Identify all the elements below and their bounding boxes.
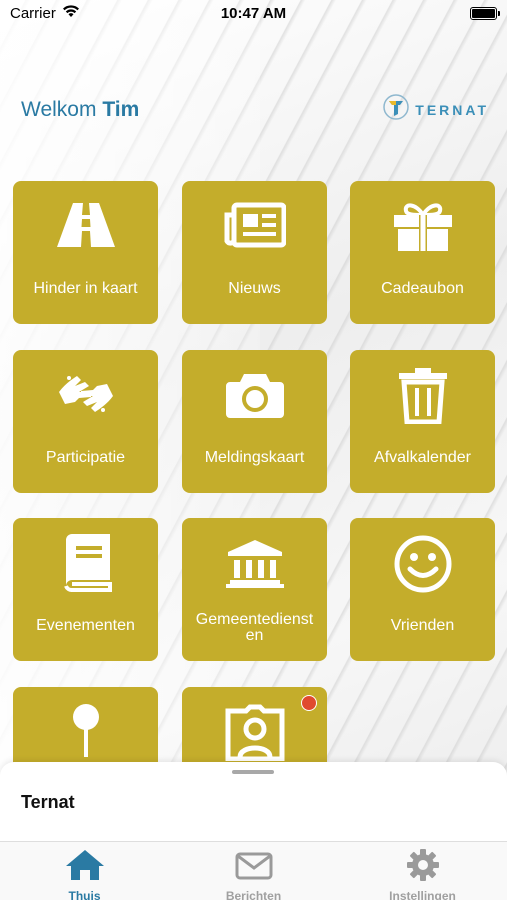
gift-icon [350, 201, 495, 253]
sheet-title: Ternat [21, 792, 75, 812]
gear-icon [402, 848, 444, 887]
clock: 10:47 AM [220, 5, 287, 22]
tile-evenementen[interactable]: Evenementen [13, 518, 158, 661]
status-bar: Carrier 10:47 AM [0, 0, 507, 28]
tile-meldingskaart[interactable]: Meldingskaart [182, 350, 327, 493]
tile-label: Participatie [45, 449, 126, 466]
trash-icon [350, 366, 495, 424]
tile-label: Hinder in kaart [33, 280, 138, 297]
battery-icon [470, 7, 500, 20]
tile-afvalkalender[interactable]: Afvalkalender [350, 350, 495, 493]
bottom-sheet[interactable]: Ternat [0, 762, 507, 842]
home-icon [64, 848, 106, 887]
tab-bar: Thuis Berichten Instellingen [0, 841, 507, 900]
book-icon [13, 532, 158, 592]
tile-hinder-in-kaart[interactable]: Hinder in kaart [13, 181, 158, 324]
smiley-icon [350, 534, 495, 594]
tile-label: Gemeentedienst en [195, 611, 314, 644]
tile-participatie[interactable]: Participatie [13, 350, 158, 493]
welcome-heading: Welkom Tim [21, 98, 139, 122]
building-icon [182, 538, 327, 588]
greeting-text: Welkom [21, 98, 97, 121]
tab-label: Berichten [225, 889, 282, 900]
ternat-logo: TERNAT [383, 94, 489, 125]
envelope-icon [233, 848, 275, 887]
id-card-icon [182, 701, 327, 761]
tile-label: Meldingskaart [204, 449, 305, 466]
tab-thuis[interactable]: Thuis [0, 842, 169, 900]
pin-icon [13, 701, 158, 761]
tile-gemeentediensten[interactable]: Gemeentedienst en [182, 518, 327, 661]
tile-vrienden[interactable]: Vrienden [350, 518, 495, 661]
sheet-grabber[interactable] [232, 770, 274, 774]
tile-nieuws[interactable]: Nieuws [182, 181, 327, 324]
camera-icon [182, 370, 327, 420]
tile-label: Nieuws [228, 280, 281, 297]
newspaper-icon [182, 201, 327, 249]
tab-label: Instellingen [389, 889, 456, 900]
tile-label: Evenementen [36, 617, 135, 634]
ternat-logo-icon [383, 94, 410, 125]
tile-cadeaubon[interactable]: Cadeaubon [350, 181, 495, 324]
tab-label: Thuis [68, 889, 101, 900]
tile-label: Afvalkalender [374, 449, 471, 466]
user-name: Tim [102, 98, 140, 121]
tile-label: Vrienden [390, 617, 455, 634]
tab-instellingen[interactable]: Instellingen [338, 842, 507, 900]
road-icon [13, 201, 158, 249]
tab-berichten[interactable]: Berichten [169, 842, 338, 900]
hands-icon [13, 370, 158, 418]
tile-label: Cadeaubon [381, 280, 464, 297]
logo-text: TERNAT [415, 101, 489, 118]
